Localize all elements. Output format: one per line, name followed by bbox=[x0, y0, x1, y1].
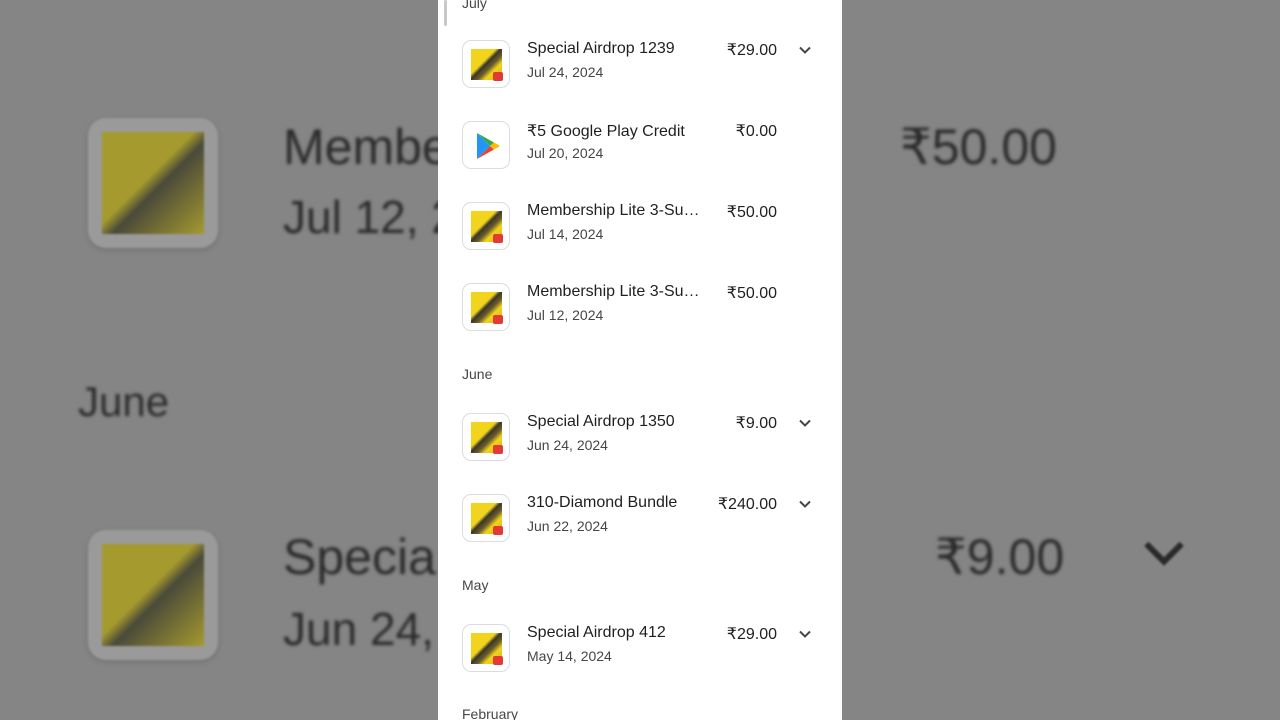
purchase-date: Jun 22, 2024 bbox=[527, 518, 608, 534]
bg-title-1: Membe bbox=[283, 119, 450, 175]
bg-date-2: Jun 24, bbox=[283, 603, 434, 655]
bg-date-1: Jul 12, 2 bbox=[283, 191, 457, 243]
purchase-date: Jul 24, 2024 bbox=[527, 64, 604, 80]
bg-chevron-icon bbox=[1144, 526, 1184, 566]
google-play-icon bbox=[462, 121, 510, 169]
month-header-june: June bbox=[462, 366, 493, 382]
game-icon bbox=[462, 283, 510, 331]
purchase-row[interactable]: 310-Diamond Bundle Jun 22, 2024 ₹240.00 bbox=[438, 494, 842, 575]
chevron-down-icon[interactable] bbox=[798, 43, 812, 57]
game-icon bbox=[462, 40, 510, 88]
game-icon bbox=[462, 494, 510, 542]
purchase-title: Special Airdrop 412 bbox=[527, 624, 666, 641]
purchase-date: Jul 14, 2024 bbox=[527, 226, 604, 242]
purchase-date: Jul 12, 2024 bbox=[527, 307, 604, 323]
purchase-price: ₹29.00 bbox=[726, 626, 777, 643]
purchase-date: May 14, 2024 bbox=[527, 648, 612, 664]
chevron-down-icon[interactable] bbox=[798, 627, 812, 641]
purchase-title: 310-Diamond Bundle bbox=[527, 494, 678, 511]
purchase-price: ₹29.00 bbox=[726, 42, 777, 59]
bg-price-1: ₹50.00 bbox=[900, 119, 1057, 175]
bg-month: June bbox=[78, 378, 170, 425]
purchase-row[interactable]: Special Airdrop 1239 Jul 24, 2024 ₹29.00 bbox=[438, 40, 842, 121]
game-icon bbox=[462, 624, 510, 672]
month-header-july: July bbox=[462, 0, 487, 11]
game-icon bbox=[462, 413, 510, 461]
bg-price-2: ₹9.00 bbox=[935, 529, 1065, 585]
purchase-history-panel: July Special Airdrop 1239 Jul 24, 2024 ₹… bbox=[438, 0, 842, 720]
purchase-title: Special Airdrop 1239 bbox=[527, 40, 675, 57]
purchase-price: ₹9.00 bbox=[735, 415, 777, 432]
bg-title-2: Specia bbox=[283, 529, 436, 585]
purchase-row[interactable]: ₹5 Google Play Credit Jul 20, 2024 ₹0.00 bbox=[438, 121, 842, 202]
chevron-down-icon[interactable] bbox=[798, 416, 812, 430]
purchase-title: ₹5 Google Play Credit bbox=[527, 123, 685, 140]
purchase-price: ₹240.00 bbox=[717, 496, 777, 513]
purchase-price: ₹0.00 bbox=[735, 123, 777, 140]
purchase-price: ₹50.00 bbox=[726, 204, 777, 221]
chevron-down-icon[interactable] bbox=[798, 497, 812, 511]
purchase-title: Membership Lite 3-Subscription bbox=[527, 283, 702, 300]
purchase-row[interactable]: Membership Lite 3-Subscription Jul 12, 2… bbox=[438, 283, 842, 364]
purchase-row[interactable]: Membership Lite 3-Subscription Jul 14, 2… bbox=[438, 202, 842, 283]
purchase-title: Membership Lite 3-Subscription bbox=[527, 202, 702, 219]
month-header-february: February bbox=[462, 706, 519, 720]
purchase-row[interactable]: Special Airdrop 412 May 14, 2024 ₹29.00 bbox=[438, 624, 842, 705]
purchase-price: ₹50.00 bbox=[726, 285, 777, 302]
scroll-indicator[interactable] bbox=[444, 0, 447, 26]
purchase-title: Special Airdrop 1350 bbox=[527, 413, 675, 430]
purchase-date: Jun 24, 2024 bbox=[527, 437, 608, 453]
bg-game-icon bbox=[88, 118, 218, 248]
purchase-row[interactable]: Special Airdrop 1350 Jun 24, 2024 ₹9.00 bbox=[438, 413, 842, 494]
bg-game-icon bbox=[88, 530, 218, 660]
game-icon bbox=[462, 202, 510, 250]
month-header-may: May bbox=[462, 577, 489, 593]
purchase-date: Jul 20, 2024 bbox=[527, 145, 604, 161]
